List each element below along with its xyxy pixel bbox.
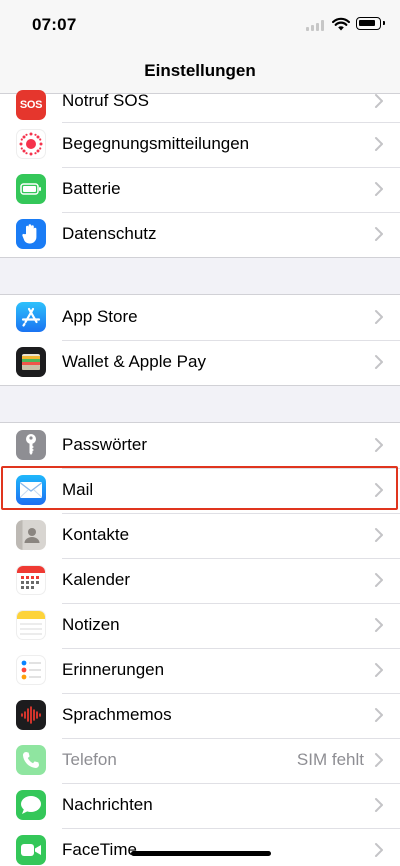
settings-item-sprachmemos[interactable]: Sprachmemos — [0, 693, 400, 738]
chevron-right-icon — [375, 573, 383, 587]
wallet-icon — [16, 347, 46, 377]
settings-item-batterie[interactable]: Batterie — [0, 167, 400, 212]
sos-icon: SOS — [16, 90, 46, 120]
settings-item-telefon[interactable]: Telefon SIM fehlt — [0, 738, 400, 783]
chevron-right-icon — [375, 137, 383, 151]
chevron-right-icon — [375, 843, 383, 857]
settings-item-begegnungsmitteilungen[interactable]: Begegnungsmitteilungen — [0, 122, 400, 167]
calendar-icon — [16, 565, 46, 595]
settings-item-erinnerungen[interactable]: Erinnerungen — [0, 648, 400, 693]
settings-item-app-store[interactable]: App Store — [0, 295, 400, 340]
chevron-right-icon — [375, 438, 383, 452]
chevron-right-icon — [375, 753, 383, 767]
settings-group-1: SOS Notruf SOS Begegnungsmitteilungen Ba… — [0, 90, 400, 258]
reminders-icon — [16, 655, 46, 685]
contacts-icon — [16, 520, 46, 550]
chevron-right-icon — [375, 618, 383, 632]
settings-item-datenschutz[interactable]: Datenschutz — [0, 212, 400, 257]
app-store-icon — [16, 302, 46, 332]
chevron-right-icon — [375, 94, 383, 108]
key-icon — [16, 430, 46, 460]
battery-status-icon — [356, 17, 385, 30]
chevron-right-icon — [375, 355, 383, 369]
status-time: 07:07 — [32, 15, 77, 34]
settings-item-label: Datenschutz — [62, 224, 157, 243]
page-title: Einstellungen — [144, 61, 256, 80]
settings-item-label: Notizen — [62, 615, 120, 634]
phone-icon — [16, 745, 46, 775]
settings-item-notizen[interactable]: Notizen — [0, 603, 400, 648]
settings-item-facetime[interactable]: FaceTime — [0, 828, 400, 866]
battery-icon — [16, 174, 46, 204]
exposure-notification-icon — [16, 129, 46, 159]
messages-icon — [16, 790, 46, 820]
settings-item-label: Notruf SOS — [62, 91, 149, 110]
settings-item-label: Kalender — [62, 570, 131, 589]
section-spacer — [0, 258, 400, 294]
wifi-icon — [332, 17, 350, 31]
settings-item-nachrichten[interactable]: Nachrichten — [0, 783, 400, 828]
settings-item-label: App Store — [62, 307, 138, 326]
chevron-right-icon — [375, 708, 383, 722]
settings-item-label: Kontakte — [62, 525, 130, 544]
chevron-right-icon — [375, 663, 383, 677]
settings-item-label: Wallet & Apple Pay — [62, 352, 206, 371]
hand-icon — [16, 219, 46, 249]
notes-icon — [16, 610, 46, 640]
chevron-right-icon — [375, 227, 383, 241]
mail-highlight-box — [1, 466, 398, 510]
settings-item-label: Erinnerungen — [62, 660, 165, 679]
settings-item-label: Nachrichten — [62, 795, 153, 814]
cellular-signal-icon — [306, 20, 326, 31]
chevron-right-icon — [375, 182, 383, 196]
navigation-bar: Einstellungen — [0, 50, 400, 94]
chevron-right-icon — [375, 310, 383, 324]
section-spacer — [0, 386, 400, 422]
facetime-icon — [16, 835, 46, 865]
settings-item-label: Begegnungsmitteilungen — [62, 134, 250, 153]
chevron-right-icon — [375, 798, 383, 812]
settings-item-passwoerter[interactable]: Passwörter — [0, 423, 400, 468]
settings-item-label: Sprachmemos — [62, 705, 172, 724]
settings-item-label: FaceTime — [62, 840, 137, 859]
settings-item-label: Telefon — [62, 750, 117, 769]
settings-item-label: Passwörter — [62, 435, 148, 454]
settings-item-kontakte[interactable]: Kontakte — [0, 513, 400, 558]
settings-item-kalender[interactable]: Kalender — [0, 558, 400, 603]
home-indicator[interactable] — [131, 851, 271, 856]
settings-item-wallet[interactable]: Wallet & Apple Pay — [0, 340, 400, 385]
status-bar: 07:07 — [0, 0, 400, 50]
settings-item-label: Batterie — [62, 179, 121, 198]
settings-item-notruf-sos[interactable]: SOS Notruf SOS — [0, 90, 400, 122]
sim-status-text: SIM fehlt — [296, 750, 364, 769]
settings-group-2: App Store Wallet & Apple Pay — [0, 294, 400, 386]
chevron-right-icon — [375, 528, 383, 542]
voice-memos-icon — [16, 700, 46, 730]
